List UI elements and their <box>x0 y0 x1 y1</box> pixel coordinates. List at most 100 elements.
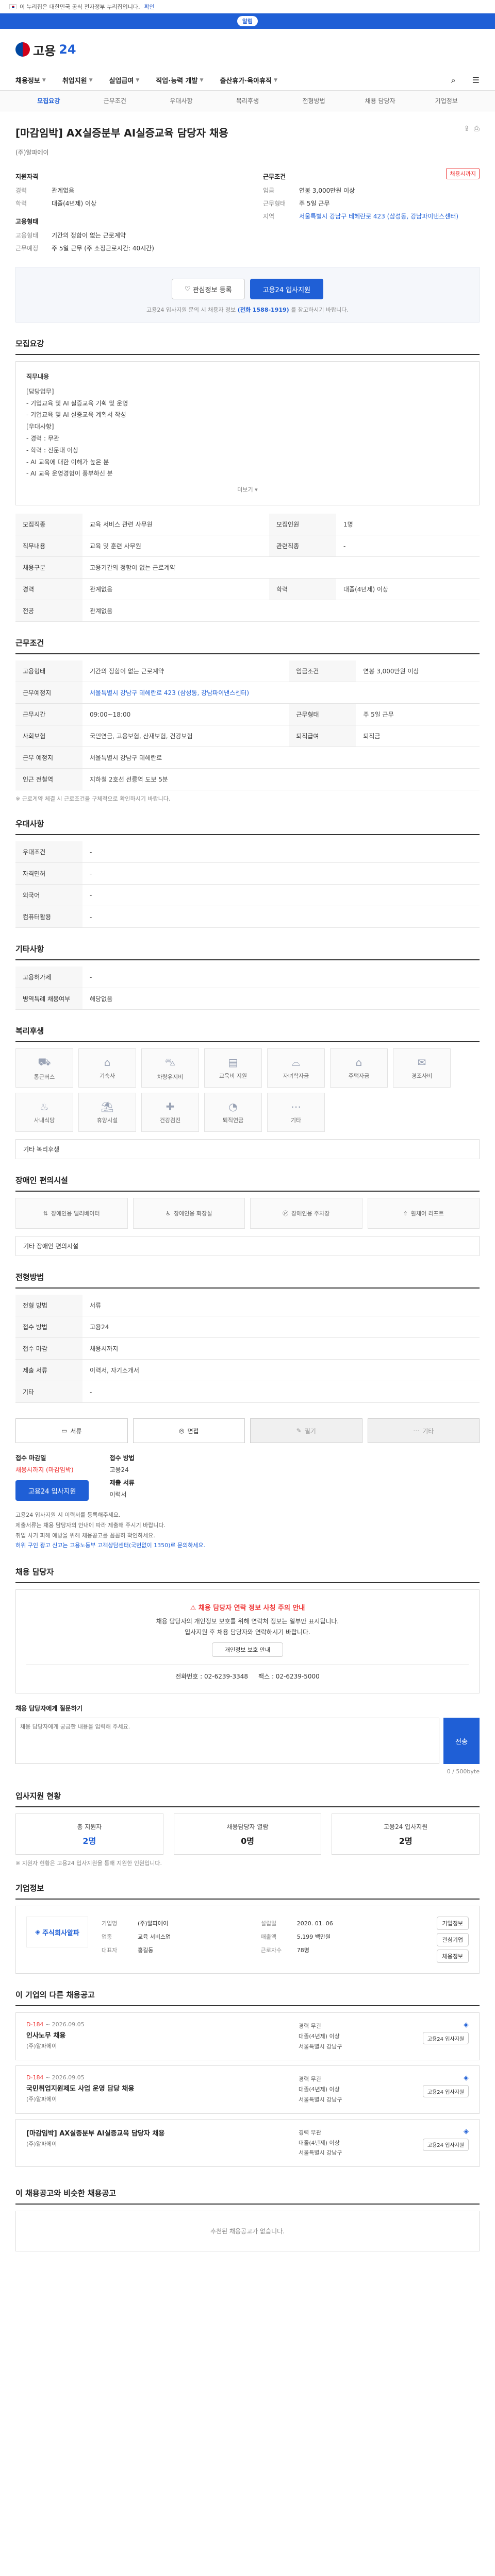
job-detail-button[interactable]: 고용24 입사지원 <box>422 2032 469 2045</box>
notice-pill[interactable]: 알림 <box>237 16 258 26</box>
welfare-item: ✚ 건강검진 <box>141 1093 199 1132</box>
pension-icon: ◔ <box>228 1100 238 1113</box>
flag-icon <box>9 4 16 9</box>
company-jobs-button[interactable]: 채용정보 <box>436 1950 469 1963</box>
list-item[interactable]: [마감임박] AX실증분부 AI실증교육 담당자 채용 (주)알파에이 경력 무… <box>15 2119 480 2167</box>
section-welfare: 복리후생 ⛟ 통근버스 ⌂ 기숙사 ⛍ 차량유지비 ▤ 교육비 지원 ⌓ 자녀학자금 ⌂ 주… <box>0 1010 495 1160</box>
more-button[interactable]: 더보기 ▾ <box>26 485 469 496</box>
job-summary: 지원자격 경력 관계없음 학력 대졸(4년제) 이상 고용형태 고용형태 기간의 정함… <box>0 167 495 257</box>
resort-icon: ⛱ <box>101 1100 114 1113</box>
disability-item: ⇧ 휠체어 리프트 <box>367 1198 480 1229</box>
car-icon: ⛍ <box>164 1055 176 1068</box>
chevron-down-icon: ▼ <box>200 77 204 83</box>
section-other-jobs: 이 기업의 다른 채용공고 D-184 ~ 2026.09.05 인사노무 채용… <box>0 1974 495 2167</box>
gnb-item-jobs[interactable]: 채용정보 ▼ <box>15 75 46 85</box>
heart-icon: ♡ <box>184 285 193 293</box>
table-row: 근무시간 09:00~18:00 근무형태 주 5일 근무 <box>15 703 480 726</box>
section-title: 기업정보 <box>15 1883 480 1900</box>
table-row: 고용허가제 - <box>15 967 480 989</box>
table-row: 경력 관계없음 학력 대졸(4년제) 이상 <box>15 578 480 601</box>
question-label: 채용 담당자에게 질문하기 <box>15 1705 82 1713</box>
table-row: 기업명 (주)알파에이 설립일 2020. 01. 06 <box>102 1920 333 1927</box>
job-detail-button[interactable]: 고용24 입사지원 <box>422 2085 469 2098</box>
document-icon: ▭ <box>61 1427 68 1435</box>
section-company: 기업정보 ◈ 주식회사알파 기업명 (주)알파에이 설립일 2020. 01. 06 업… <box>0 1867 495 1974</box>
print-icon[interactable]: ⎙ <box>474 125 480 133</box>
etc-icon: ⋯ <box>291 1100 301 1113</box>
house-icon: ⌂ <box>355 1056 362 1069</box>
company-info-button[interactable]: 기업정보 <box>436 1917 469 1930</box>
share-icon[interactable]: ⇪ <box>464 125 470 133</box>
tab-welfare[interactable]: 복리후생 <box>214 96 281 105</box>
section-disability: 장애인 편의시설 ⇅ 장애인용 엘리베이터 ♿ 장애인용 화장실 Ⓟ 장애인용 주차장… <box>0 1159 495 1257</box>
elevator-icon: ⇅ <box>43 1210 48 1217</box>
table-row: 근무예정지 서울특별시 강남구 테헤란로 423 (삼성동, 강남파이낸스센터) <box>15 682 480 704</box>
list-item[interactable]: D-184 ~ 2026.09.05 국민취업지원제도 사업 운영 담당 채용 … <box>15 2065 480 2114</box>
section-title: 이 채용공고와 비슷한 채용공고 <box>15 2188 480 2205</box>
table-row: 전공 관계없음 <box>15 600 480 622</box>
tab-preferred[interactable]: 우대사항 <box>148 96 214 105</box>
question-box: 전송 <box>15 1718 480 1765</box>
disability-item: ♿ 장애인용 화장실 <box>133 1198 245 1229</box>
gift-icon: ✉ <box>417 1056 426 1069</box>
apply-action-box: ♡ 관심정보 등록 고용24 입사지원 고용24 입사지원 문의 시 채용자 정… <box>15 267 480 323</box>
table-row: 자격면허 - <box>15 862 480 885</box>
tab-recruit[interactable]: 모집요강 <box>15 96 82 105</box>
question-send-button[interactable]: 전송 <box>443 1718 480 1765</box>
method-document: ▭ 서류 <box>15 1418 128 1444</box>
apply-button[interactable]: 고용24 입사지원 <box>250 279 324 299</box>
tab-company[interactable]: 기업정보 <box>413 96 480 105</box>
tab-contact[interactable]: 채용 담당자 <box>347 96 414 105</box>
gnb-item-benefit[interactable]: 실업급여 ▼ <box>109 75 140 85</box>
table-row: 제출 서류 이력서, 자기소개서 <box>15 1359 480 1382</box>
welfare-item: ⛟ 통근버스 <box>15 1048 73 1088</box>
alert-icon: ⚠ <box>190 1604 199 1613</box>
restroom-icon: ♿ <box>166 1210 171 1217</box>
gov-banner-toggle[interactable]: 확인 <box>144 3 155 11</box>
search-icon[interactable]: ⌕ <box>451 75 456 86</box>
gnb-item-training[interactable]: 직업·능력 개발 ▼ <box>156 75 203 85</box>
summary-conditions: 근무조건 임금 연봉 3,000만원 이상 근무형태 주 5일 근무 지역 서울특별시… <box>263 173 459 220</box>
table-row: 컴퓨터활용 - <box>15 906 480 928</box>
menu-icon[interactable]: ☰ <box>472 75 480 85</box>
privacy-button[interactable]: 개인정보 보호 안내 <box>212 1642 283 1657</box>
job-detail-button[interactable]: 고용24 입사지원 <box>422 2138 469 2151</box>
interview-icon: ◎ <box>178 1427 185 1435</box>
status-viewed: 채용담당자 열람 0명 <box>173 1814 322 1855</box>
welfare-item: ♨ 사내식당 <box>15 1093 73 1132</box>
detail-tabs: 모집요강 근무조건 우대사항 복리후생 전형방법 채용 담당자 기업정보 <box>0 91 495 111</box>
tab-conditions[interactable]: 근무조건 <box>82 96 148 105</box>
disability-item: ⇅ 장애인용 엘리베이터 <box>15 1198 128 1229</box>
etc-table: 고용허가제 - 병역특례 채용여부 해당없음 <box>15 967 480 1010</box>
cap-icon: ⌓ <box>292 1056 300 1069</box>
save-interest-button[interactable]: ♡ 관심정보 등록 <box>171 279 245 299</box>
apply-button-2[interactable]: 고용24 입사지원 <box>15 1480 89 1501</box>
section-title: 이 기업의 다른 채용공고 <box>15 1989 480 2007</box>
method-row: ▭ 서류 ◎ 면접 ✎ 필기 ⋯ 기타 <box>15 1418 480 1444</box>
list-item[interactable]: D-184 ~ 2026.09.05 인사노무 채용 (주)알파에이 경력 무관… <box>15 2012 480 2061</box>
notice-bar: 알림 <box>0 13 495 29</box>
tab-process[interactable]: 전형방법 <box>280 96 347 105</box>
welfare-item: ⋯ 기타 <box>267 1093 325 1132</box>
gnb-item-support[interactable]: 취업지원 ▼ <box>62 75 93 85</box>
gnb-item-leave[interactable]: 출산휴가·육아휴직 ▼ <box>220 75 277 85</box>
status-grid: 총 지원자 2명 채용담당자 열람 0명 고용24 입사지원 2명 <box>15 1814 480 1855</box>
question-input[interactable] <box>15 1718 439 1765</box>
section-title: 모집요강 <box>15 338 480 355</box>
table-row: 병역특례 채용여부 해당없음 <box>15 988 480 1010</box>
chevron-down-icon: ▼ <box>42 77 46 83</box>
parking-icon: Ⓟ <box>283 1210 289 1217</box>
recommend-empty: 추천된 채용공고가 없습니다. <box>15 2211 480 2252</box>
company-name[interactable]: (주)알파에이 <box>15 148 480 157</box>
table-row: 전형 방법 서류 <box>15 1295 480 1317</box>
meal-icon: ♨ <box>40 1100 49 1113</box>
logo-num: 24 <box>59 42 76 57</box>
company-interest-button[interactable]: 관심기업 <box>436 1933 469 1947</box>
chevron-down-icon: ▾ <box>255 486 258 494</box>
section-recommend: 이 채용공고와 비슷한 채용공고 추천된 채용공고가 없습니다. <box>0 2172 495 2252</box>
site-logo[interactable]: 고용 24 <box>15 41 76 59</box>
welfare-grid: ⛟ 통근버스 ⌂ 기숙사 ⛍ 차량유지비 ▤ 교육비 지원 ⌓ 자녀학자금 ⌂ 주택자금 ✉… <box>15 1048 480 1132</box>
process-table: 전형 방법 서류 접수 방법 고용24 접수 마감 채용시까지 제출 서류 이력서, 자… <box>15 1295 480 1403</box>
job-description: 직무내용 [담당업무] - 기업교육 및 AI 실증교육 기획 및 운영 - 기… <box>15 361 480 506</box>
disability-item: Ⓟ 장애인용 주차장 <box>250 1198 362 1229</box>
